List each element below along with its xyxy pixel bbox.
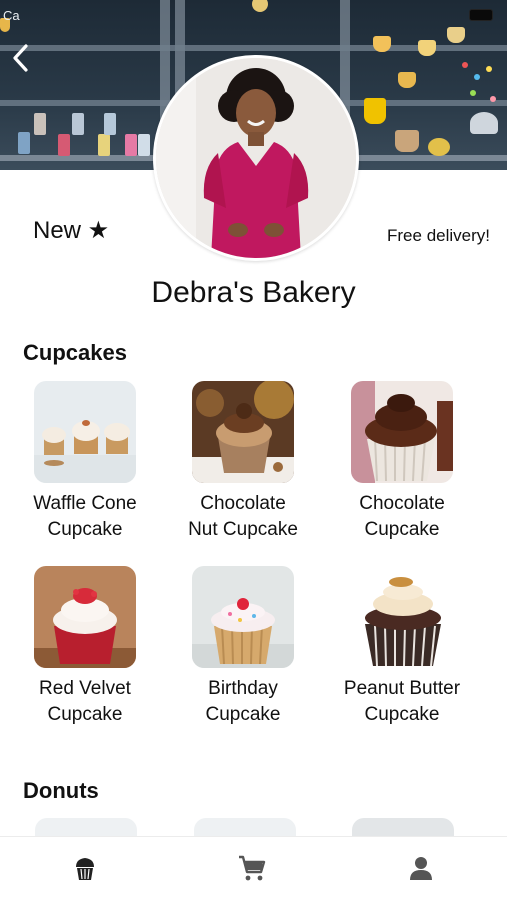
profile-icon [410,857,432,880]
chevron-left-icon [13,44,28,72]
product-card[interactable]: Red Velvet Cupcake [10,566,160,728]
product-name: Red Velvet Cupcake [39,678,131,725]
chocolate-nut-cupcake-image [192,381,294,483]
product-card[interactable]: Waffle Cone Cupcake [10,381,160,543]
section-title-donuts: Donuts [23,778,99,803]
chocolate-cupcake-image [351,381,453,483]
nav-cupcakes-tab[interactable] [65,851,105,885]
nav-cart-tab[interactable] [232,851,272,885]
nav-profile-tab[interactable] [401,851,441,885]
product-name: Chocolate Cupcake [359,493,445,540]
cupcake-icon [76,858,94,880]
store-name: Debra's Bakery [151,276,356,309]
red-velvet-cupcake-image [34,566,136,668]
owner-avatar [153,55,359,261]
product-name: Waffle Cone Cupcake [33,493,137,540]
back-button[interactable] [6,40,36,76]
waffle-cone-cupcake-image [34,381,136,483]
bottom-nav [0,836,507,901]
donut-card-partial[interactable] [352,818,454,836]
product-card[interactable]: Peanut Butter Cupcake [327,566,477,728]
cart-icon [239,855,266,881]
product-card[interactable]: Chocolate Nut Cupcake [168,381,318,543]
birthday-cupcake-image [192,566,294,668]
peanut-butter-cupcake-image [351,566,453,668]
product-card[interactable]: Chocolate Cupcake [327,381,477,543]
new-store-badge: New ★ [33,217,110,244]
donut-card-partial[interactable] [35,818,137,836]
product-card[interactable]: Birthday Cupcake [168,566,318,728]
product-name: Peanut Butter Cupcake [343,678,461,725]
battery-icon [469,9,493,21]
section-title-cupcakes: Cupcakes [23,340,127,365]
product-name: Birthday Cupcake [205,678,281,725]
product-name: Chocolate Nut Cupcake [188,493,298,540]
status-bar-text: Ca [3,8,20,23]
donut-card-partial[interactable] [194,818,296,836]
free-delivery-label: Free delivery! [387,226,490,245]
